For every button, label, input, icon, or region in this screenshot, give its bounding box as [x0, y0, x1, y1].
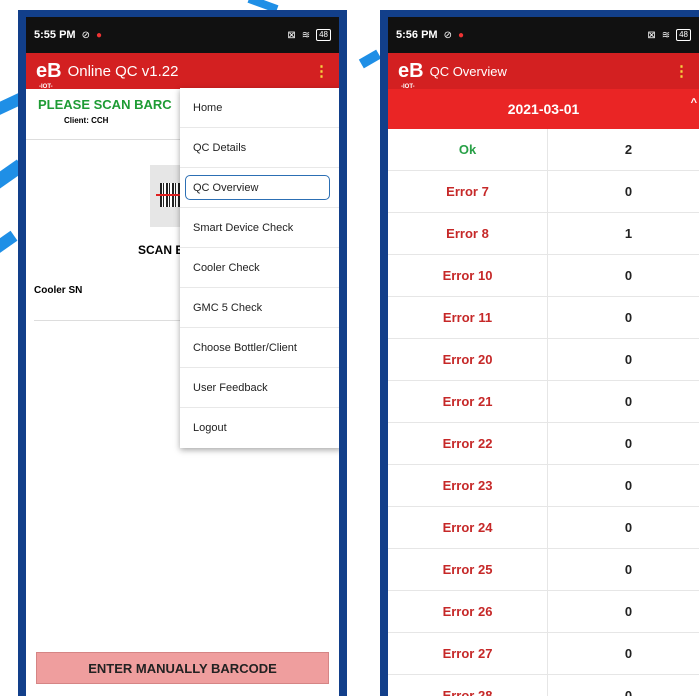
overflow-menu-icon[interactable]: ⋮ — [674, 62, 689, 80]
table-row: Error 7 0 — [388, 171, 699, 213]
qc-count-value: 0 — [624, 352, 633, 367]
table-row: Error 26 0 — [388, 591, 699, 633]
table-row: Error 20 0 — [388, 339, 699, 381]
scan-barcode-label: SCAN E — [138, 243, 184, 257]
table-row: Error 23 0 — [388, 465, 699, 507]
qc-status-label: Error 27 — [388, 633, 548, 674]
status-bar: 5:55 PM ⊘ ● ⊠ ≋ 48 — [26, 17, 339, 53]
qc-count-value: 0 — [624, 688, 633, 696]
qc-count-value: 0 — [624, 478, 633, 493]
qc-status-label: Error 7 — [388, 171, 548, 212]
wifi-icon: ≋ — [661, 29, 671, 41]
screenshot-canvas: 5:55 PM ⊘ ● ⊠ ≋ 48 eB -IOT- Online QC v1.… — [0, 0, 699, 696]
menu-item-qc-overview[interactable]: QC Overview — [180, 168, 339, 208]
right-screen: 5:56 PM ⊘ ● ⊠ ≋ 48 eB -IOT- QC Overview ⋮… — [388, 17, 699, 696]
overflow-menu-icon[interactable]: ⋮ — [314, 62, 329, 80]
qc-overview-table: Ok 2 Error 7 0 Error 8 1 Error 10 0 Error 11 0 Err… — [388, 129, 699, 696]
qc-count-value: 0 — [624, 436, 633, 451]
battery-icon: 48 — [676, 29, 691, 41]
menu-item-user-feedback[interactable]: User Feedback — [180, 368, 339, 408]
qc-count-value: 0 — [624, 184, 633, 199]
link-icon: ⊘ — [81, 29, 90, 41]
signal-icon: ⊠ — [647, 29, 656, 41]
qc-status-label: Error 20 — [388, 339, 548, 380]
qc-status-label: Error 28 — [388, 675, 548, 696]
chevron-up-icon[interactable]: ^ — [691, 97, 697, 109]
qc-count-value: 0 — [624, 310, 633, 325]
qc-status-label: Error 22 — [388, 423, 548, 464]
enter-manually-barcode-button[interactable]: ENTER MANUALLY BARCODE — [36, 652, 329, 684]
status-time: 5:55 PM — [34, 29, 76, 41]
menu-item-label: Choose Bottler/Client — [193, 341, 297, 354]
table-row: Error 25 0 — [388, 549, 699, 591]
qc-status-label: Error 23 — [388, 465, 548, 506]
qc-status-label: Error 25 — [388, 549, 548, 590]
menu-item-logout[interactable]: Logout — [180, 408, 339, 448]
menu-item-home[interactable]: Home — [180, 88, 339, 128]
qc-count-value: 0 — [624, 562, 633, 577]
decorative-stroke — [0, 230, 18, 254]
qc-count-value: 1 — [624, 226, 633, 241]
table-row: Error 8 1 — [388, 213, 699, 255]
qc-status-label: Error 21 — [388, 381, 548, 422]
battery-icon: 48 — [316, 29, 331, 41]
qc-count-value: 0 — [624, 394, 633, 409]
menu-item-label: GMC 5 Check — [193, 301, 263, 314]
app-logo: eB -IOT- — [36, 60, 62, 90]
menu-item-gmc-5-check[interactable]: GMC 5 Check — [180, 288, 339, 328]
qc-status-label: Error 8 — [388, 213, 548, 254]
decorative-stroke — [358, 49, 382, 69]
app-title: QC Overview — [429, 63, 507, 79]
qc-status-label: Error 26 — [388, 591, 548, 632]
cooler-sn-label: Cooler SN — [34, 285, 83, 296]
signal-icon: ⊠ — [287, 29, 296, 41]
status-time: 5:56 PM — [396, 29, 438, 41]
table-row: Ok 2 — [388, 129, 699, 171]
qc-status-label: Error 10 — [388, 255, 548, 296]
menu-item-smart-device-check[interactable]: Smart Device Check — [180, 208, 339, 248]
menu-item-label: QC Details — [193, 141, 247, 154]
app-bar: eB -IOT- Online QC v1.22 ⋮ — [26, 53, 339, 90]
menu-item-label: Cooler Check — [193, 261, 260, 274]
app-notification-icon: ● — [457, 29, 465, 41]
left-phone: 5:55 PM ⊘ ● ⊠ ≋ 48 eB -IOT- Online QC v1.… — [18, 10, 347, 696]
table-row: Error 21 0 — [388, 381, 699, 423]
status-bar: 5:56 PM ⊘ ● ⊠ ≋ 48 — [388, 17, 699, 53]
table-row: Error 10 0 — [388, 255, 699, 297]
qc-status-label: Ok — [388, 129, 548, 170]
qc-status-label: Error 24 — [388, 507, 548, 548]
menu-item-choose-bottler-client[interactable]: Choose Bottler/Client — [180, 328, 339, 368]
menu-item-qc-details[interactable]: QC Details — [180, 128, 339, 168]
table-row: Error 27 0 — [388, 633, 699, 675]
menu-item-label: User Feedback — [193, 381, 268, 394]
wifi-icon: ≋ — [301, 29, 311, 41]
qc-status-label: Error 11 — [388, 297, 548, 338]
right-phone: 5:56 PM ⊘ ● ⊠ ≋ 48 eB -IOT- QC Overview ⋮… — [380, 10, 699, 696]
link-icon: ⊘ — [443, 29, 452, 41]
menu-item-label: Smart Device Check — [193, 221, 294, 234]
menu-item-label: QC Overview — [193, 181, 259, 194]
app-title: Online QC v1.22 — [67, 62, 179, 80]
table-row: Error 28 0 — [388, 675, 699, 696]
app-notification-icon: ● — [95, 29, 103, 41]
qc-count-value: 2 — [624, 142, 633, 157]
date-label: 2021-03-01 — [507, 101, 580, 117]
app-bar: eB -IOT- QC Overview ⋮ — [388, 53, 699, 90]
qc-count-value: 0 — [624, 646, 633, 661]
date-header[interactable]: 2021-03-01 ^ — [388, 89, 699, 129]
menu-item-cooler-check[interactable]: Cooler Check — [180, 248, 339, 288]
app-logo: eB -IOT- — [398, 60, 424, 90]
table-row: Error 22 0 — [388, 423, 699, 465]
menu-item-label: Logout — [193, 422, 227, 434]
qc-count-value: 0 — [624, 268, 633, 283]
overflow-menu: Home QC Details QC Overview Smart Device Ch… — [180, 88, 339, 448]
table-row: Error 24 0 — [388, 507, 699, 549]
table-row: Error 11 0 — [388, 297, 699, 339]
menu-item-label: Home — [193, 101, 223, 114]
qc-count-value: 0 — [624, 604, 633, 619]
left-screen: 5:55 PM ⊘ ● ⊠ ≋ 48 eB -IOT- Online QC v1.… — [26, 17, 339, 696]
qc-count-value: 0 — [624, 520, 633, 535]
